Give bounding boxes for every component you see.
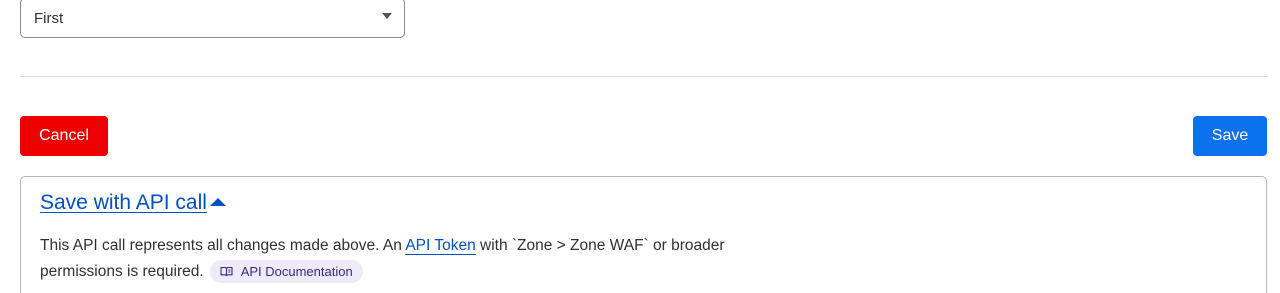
divider <box>20 76 1268 77</box>
api-documentation-label: API Documentation <box>240 263 353 279</box>
save-button[interactable]: Save <box>1193 116 1267 156</box>
api-documentation-link[interactable]: API Documentation <box>209 260 363 284</box>
page: First Cancel Save Save with API call Thi… <box>0 0 1280 293</box>
description-text-start: This API call represents all changes mad… <box>40 237 406 254</box>
api-token-link[interactable]: API Token <box>405 237 476 255</box>
book-icon <box>220 267 233 277</box>
cancel-button[interactable]: Cancel <box>20 116 108 156</box>
caret-up-icon[interactable] <box>209 197 226 206</box>
chevron-down-icon <box>382 13 392 19</box>
api-call-title[interactable]: Save with API call <box>40 191 207 215</box>
select-value: First <box>34 9 64 27</box>
api-call-panel: Save with API call This API call represe… <box>20 176 1267 293</box>
api-call-description: This API call represents all changes mad… <box>40 233 740 285</box>
option-select[interactable]: First <box>20 0 405 38</box>
api-call-toggle[interactable]: Save with API call <box>40 191 226 215</box>
